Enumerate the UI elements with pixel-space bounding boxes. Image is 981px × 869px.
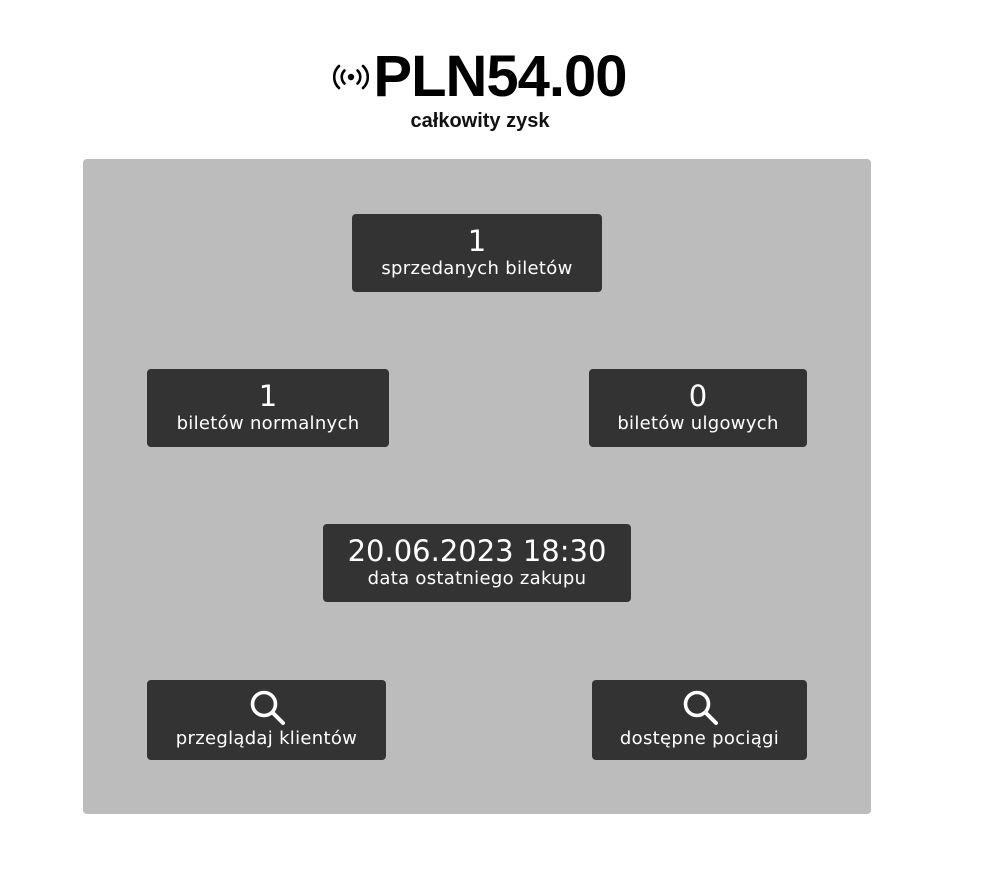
last-purchase-value: 20.06.2023 18:30	[347, 534, 607, 568]
reduced-tickets-label: biletów ulgowych	[617, 413, 779, 434]
reduced-tickets-value: 0	[688, 379, 708, 413]
available-trains-label: dostępne pociągi	[619, 728, 780, 749]
last-purchase-label: data ostatniego zakupu	[367, 568, 587, 589]
tickets-sold-tile: 1 sprzedanych biletów	[352, 214, 602, 292]
tickets-sold-value: 1	[467, 224, 487, 258]
normal-tickets-value: 1	[258, 379, 278, 413]
search-icon	[683, 690, 718, 725]
available-trains-button[interactable]: dostępne pociągi	[592, 680, 807, 760]
normal-tickets-label: biletów normalnych	[176, 413, 360, 434]
total-profit-row: PLN54.00	[333, 44, 628, 110]
tickets-sold-label: sprzedanych biletów	[381, 258, 573, 279]
total-profit-value: PLN54.00	[373, 44, 627, 109]
total-profit-label: całkowity zysk	[410, 110, 550, 132]
last-purchase-tile: 20.06.2023 18:30 data ostatniego zakupu	[323, 524, 631, 602]
total-profit-header: PLN54.00 całkowity zysk	[0, 44, 960, 133]
search-icon	[250, 690, 285, 725]
stats-panel: 1 sprzedanych biletów 1 biletów normalny…	[83, 159, 871, 814]
normal-tickets-tile: 1 biletów normalnych	[147, 369, 389, 447]
reduced-tickets-tile: 0 biletów ulgowych	[589, 369, 807, 447]
live-broadcast-icon	[333, 64, 370, 90]
browse-clients-button[interactable]: przeglądaj klientów	[147, 680, 386, 760]
browse-clients-label: przeglądaj klientów	[175, 728, 358, 749]
